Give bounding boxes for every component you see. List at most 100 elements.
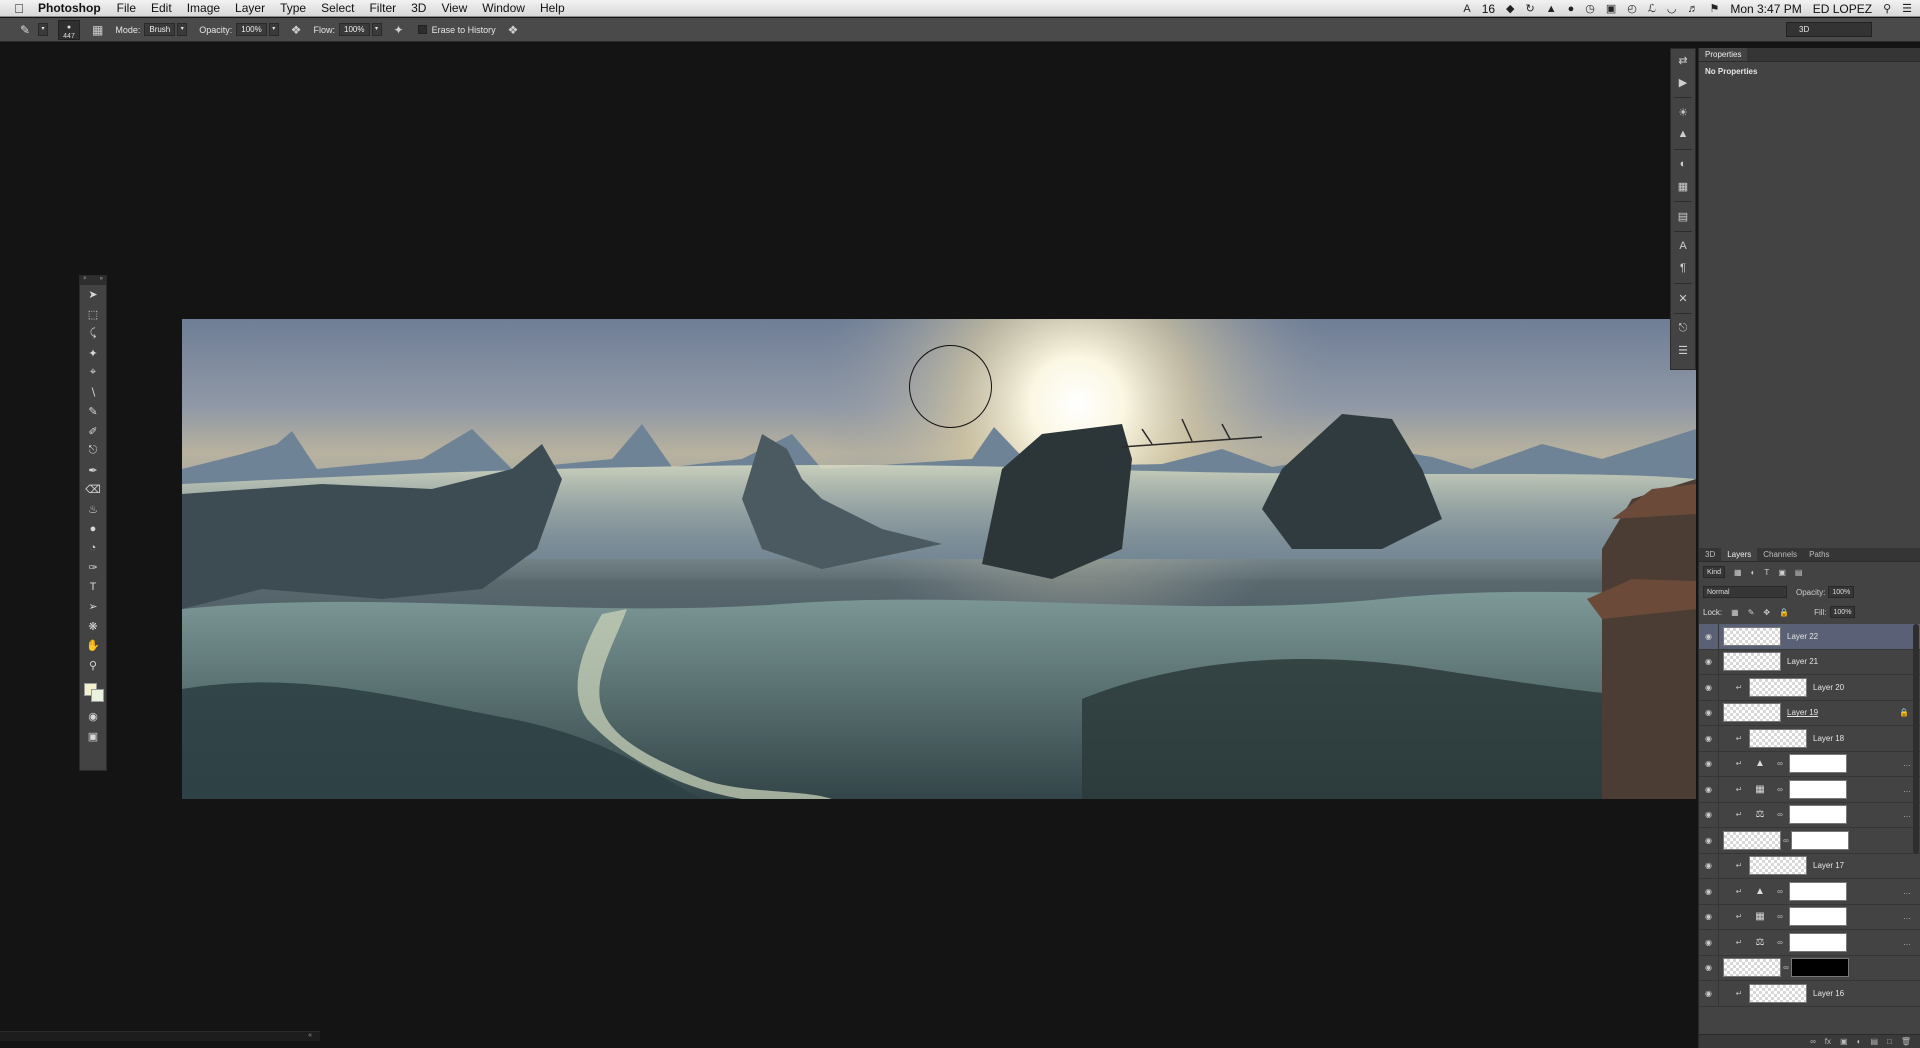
brush-preset-picker[interactable]: ● 447 (58, 19, 80, 40)
menu-select[interactable]: Select (321, 1, 354, 15)
add-mask-icon[interactable]: ▣ (1840, 1037, 1848, 1046)
brush-presets-icon[interactable]: ☰ (1671, 339, 1695, 361)
layer-row-18[interactable]: ◉ ↵ Layer 18 (1699, 726, 1920, 752)
tab-paths[interactable]: Paths (1803, 550, 1835, 561)
menu-view[interactable]: View (441, 1, 467, 15)
mask-link-icon[interactable]: ∞ (1781, 836, 1791, 845)
history-brush-tool-icon[interactable]: ✒ (80, 461, 106, 481)
blur-tool-icon[interactable]: ● (80, 519, 106, 539)
mask-link-icon[interactable]: ∞ (1775, 912, 1785, 921)
filter-adjustment-icon[interactable]: ◐ (1751, 568, 1756, 577)
tab-channels[interactable]: Channels (1757, 550, 1803, 561)
layer-name[interactable]: Layer 16 (1813, 989, 1844, 998)
flag-icon[interactable]: ⚑ (1709, 2, 1719, 15)
menu-help[interactable]: Help (540, 1, 565, 15)
visibility-eye-icon[interactable]: ◉ (1699, 853, 1719, 878)
move-tool-icon[interactable]: ➤ (80, 285, 106, 305)
menu-3d[interactable]: 3D (411, 1, 426, 15)
layer-name[interactable]: Layer 18 (1813, 734, 1844, 743)
brush-panel-icon[interactable]: ▦ (92, 23, 103, 37)
adobe-icon[interactable]: A (1463, 3, 1470, 15)
pressure-opacity-icon[interactable]: ❖ (291, 23, 302, 37)
visibility-eye-icon[interactable]: ◉ (1699, 828, 1719, 853)
visibility-eye-icon[interactable]: ◉ (1699, 904, 1719, 929)
layer-opacity-input[interactable]: 100% (1828, 586, 1855, 598)
quick-mask-icon[interactable]: ◉ (80, 707, 106, 727)
new-adjustment-icon[interactable]: ◐ (1857, 1037, 1862, 1046)
apple-icon[interactable]:  (0, 1, 38, 16)
hand-tool-icon[interactable]: ✋ (80, 636, 106, 656)
filter-smart-object-icon[interactable]: ▤ (1795, 568, 1803, 577)
notification-icon[interactable]: ☰ (1902, 2, 1912, 15)
close-icon[interactable]: × (83, 276, 87, 285)
menu-file[interactable]: File (117, 1, 136, 15)
zoom-tool-icon[interactable]: ⚲ (80, 656, 106, 676)
dropbox-icon[interactable]: ◆ (1506, 2, 1514, 15)
collapse-arrows-icon[interactable]: « (308, 1032, 312, 1039)
color-panel-icon[interactable]: ◐ (1671, 153, 1695, 175)
layer-mask-thumbnail[interactable] (1791, 958, 1849, 978)
airbrush-icon[interactable]: ✦ (394, 23, 404, 37)
flow-input[interactable]: 100% (339, 23, 370, 36)
layer-mask-thumbnail[interactable] (1791, 830, 1849, 850)
adjustment-layer-hue-2[interactable]: ◉ ↵ ▦ ∞ … (1699, 904, 1920, 930)
adjustment-layer-balance[interactable]: ◉ ↵ ⚖ ∞ … (1699, 802, 1920, 828)
adjustments-panel-icon[interactable]: ☀ (1671, 101, 1695, 123)
clone-stamp-tool-icon[interactable]: ⎋ (80, 441, 106, 461)
sync-icon[interactable]: ↻ (1526, 2, 1535, 15)
lock-transparency-icon[interactable]: ▦ (1731, 608, 1739, 617)
screen-mode-icon[interactable]: ▣ (80, 727, 106, 747)
erase-history-checkbox[interactable] (417, 25, 427, 34)
mask-link-icon[interactable]: ∞ (1775, 810, 1785, 819)
visibility-eye-icon[interactable]: ◉ (1699, 930, 1719, 955)
adjustment-layer-levels[interactable]: ◉ ↵ ▲ ∞ … (1699, 751, 1920, 777)
magic-wand-tool-icon[interactable]: ✦ (80, 344, 106, 364)
visibility-eye-icon[interactable]: ◉ (1699, 700, 1719, 725)
lasso-tool-icon[interactable]: ⤹ (80, 324, 106, 344)
layer-mask-thumbnail[interactable] (1789, 881, 1847, 901)
background-color-swatch[interactable] (91, 689, 104, 702)
layer-row-20[interactable]: ◉ ↵ Layer 20 (1699, 675, 1920, 701)
healing-brush-tool-icon[interactable]: ✎ (80, 402, 106, 422)
menubar-user[interactable]: ED LOPEZ (1813, 2, 1872, 16)
flow-dropdown[interactable]: ▾ (371, 23, 382, 36)
tab-3d[interactable]: 3D (1699, 550, 1721, 561)
layer-comps-icon[interactable]: ▤ (1671, 205, 1695, 227)
clone-source-icon[interactable]: ⎋ (1671, 317, 1695, 339)
clock-icon[interactable]: ◷ (1585, 2, 1595, 15)
tab-layers[interactable]: Layers (1721, 548, 1758, 561)
time-machine-icon[interactable]: ◴ (1627, 2, 1637, 15)
visibility-eye-icon[interactable]: ◉ (1699, 879, 1719, 904)
layer-row-masked-black[interactable]: ◉ ∞ (1699, 955, 1920, 981)
crop-tool-icon[interactable]: ⌖ (80, 363, 106, 383)
tab-properties[interactable]: Properties (1699, 48, 1748, 61)
filter-type-icon[interactable]: T (1764, 568, 1769, 577)
layer-mask-thumbnail[interactable] (1789, 907, 1847, 927)
tools-palette-header[interactable]: × » (80, 276, 106, 285)
visibility-eye-icon[interactable]: ◉ (1699, 955, 1719, 980)
visibility-eye-icon[interactable]: ◉ (1699, 675, 1719, 700)
paint-bucket-tool-icon[interactable]: ♨ (80, 500, 106, 520)
layer-name[interactable]: Layer 20 (1813, 683, 1844, 692)
layers-scrollbar[interactable] (1913, 624, 1919, 854)
delete-layer-icon[interactable]: 🗑 (1901, 1037, 1911, 1046)
menu-type[interactable]: Type (280, 1, 306, 15)
histogram-panel-icon[interactable]: ▲ (1671, 123, 1695, 145)
filter-kind-select[interactable]: Kind (1703, 566, 1726, 578)
eyedropper-tool-icon[interactable]: ∖ (80, 383, 106, 403)
adjustment-layer-hue[interactable]: ◉ ↵ ▦ ∞ … (1699, 777, 1920, 803)
lock-all-icon[interactable]: 🔒 (1779, 608, 1789, 617)
adjustment-layer-balance-2[interactable]: ◉ ↵ ⚖ ∞ … (1699, 930, 1920, 956)
swatches-panel-icon[interactable]: ▦ (1671, 175, 1695, 197)
visibility-eye-icon[interactable]: ◉ (1699, 649, 1719, 674)
filter-pixel-icon[interactable]: ▦ (1734, 568, 1742, 577)
visibility-eye-icon[interactable]: ◉ (1699, 802, 1719, 827)
layer-name[interactable]: Layer 19 (1787, 708, 1818, 717)
menu-edit[interactable]: Edit (151, 1, 172, 15)
mask-link-icon[interactable]: ∞ (1775, 938, 1785, 947)
marquee-tool-icon[interactable]: ⬚ (80, 305, 106, 325)
bluetooth-icon[interactable]: ℒ (1648, 2, 1656, 15)
mask-link-icon[interactable]: ∞ (1775, 785, 1785, 794)
layer-name[interactable]: Layer 21 (1787, 657, 1818, 666)
layer-name[interactable]: Layer 17 (1813, 861, 1844, 870)
